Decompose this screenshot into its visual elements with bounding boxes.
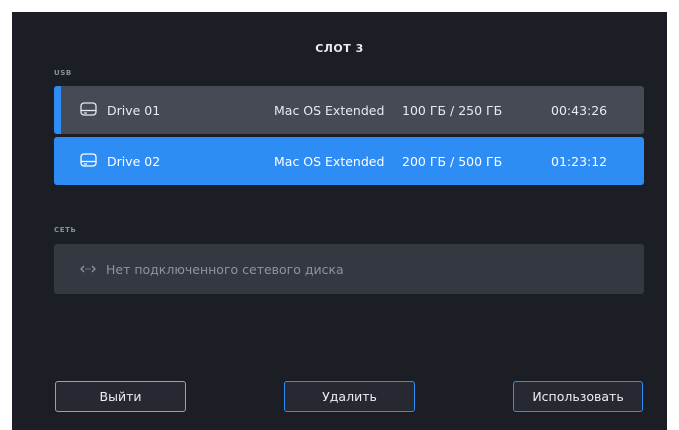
drive-list: Drive 01 Mac OS Extended 100 ГБ / 250 ГБ…	[54, 86, 644, 188]
drive-icon	[80, 102, 97, 116]
drive-icon	[80, 153, 97, 167]
drive-name: Drive 02	[107, 153, 161, 169]
use-button[interactable]: Использовать	[513, 381, 643, 412]
page-title: СЛОТ 3	[315, 42, 364, 55]
exit-button[interactable]: Выйти	[55, 381, 186, 412]
network-drive-box[interactable]: Нет подключенного сетевого диска	[54, 244, 644, 294]
drive-space: 200 ГБ / 500 ГБ	[402, 153, 503, 169]
network-link-icon	[80, 265, 96, 273]
drive-time: 00:43:26	[551, 102, 608, 118]
drive-format: Mac OS Extended	[274, 153, 385, 169]
drive-format: Mac OS Extended	[274, 102, 385, 118]
delete-button[interactable]: Удалить	[284, 381, 415, 412]
network-empty-text: Нет подключенного сетевого диска	[106, 261, 344, 277]
usb-section-label: USB	[54, 69, 72, 77]
drive-time: 01:23:12	[551, 153, 608, 169]
drive-name: Drive 01	[107, 102, 161, 118]
drive-space: 100 ГБ / 250 ГБ	[402, 102, 503, 118]
slot-screen: СЛОТ 3 USB Drive 01 Mac OS Extended 100 …	[12, 12, 667, 430]
network-section-label: СЕТЬ	[54, 226, 77, 234]
drive-row-drive-02[interactable]: Drive 02 Mac OS Extended 200 ГБ / 500 ГБ…	[54, 137, 644, 185]
drive-row-drive-01[interactable]: Drive 01 Mac OS Extended 100 ГБ / 250 ГБ…	[54, 86, 644, 134]
